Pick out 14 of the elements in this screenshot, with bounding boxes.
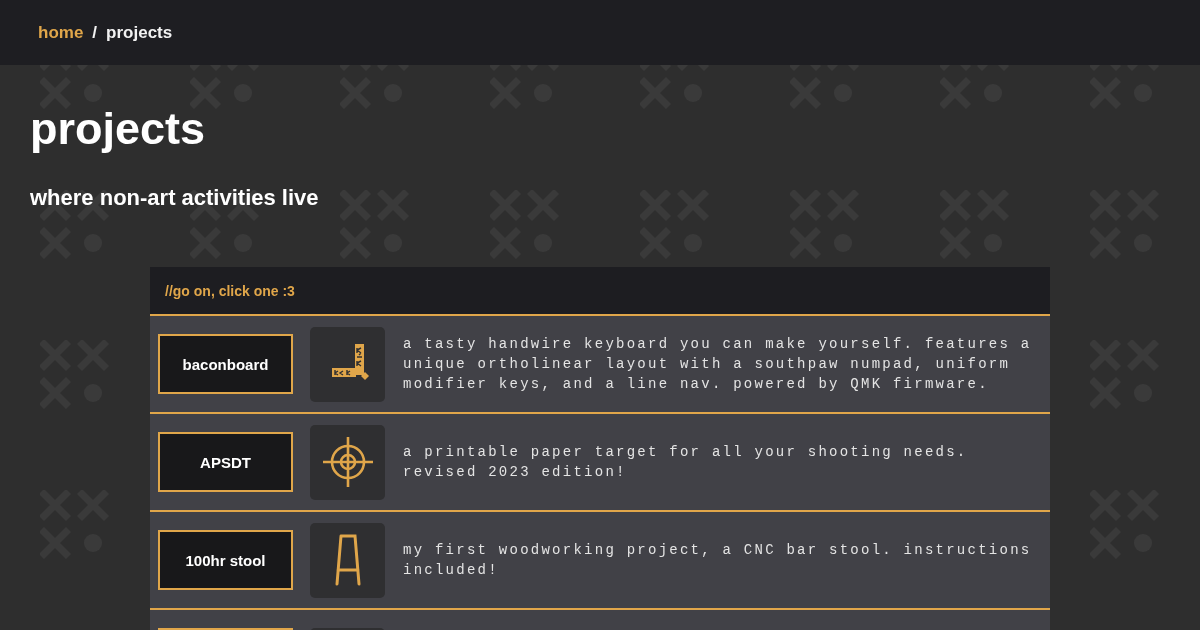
- breadcrumb-current: projects: [106, 22, 173, 43]
- project-button[interactable]: APSDT: [158, 432, 293, 492]
- crosshair-icon: [321, 436, 374, 488]
- project-button[interactable]: baconboard: [158, 334, 293, 394]
- page-title: projects: [30, 103, 207, 155]
- panel-header-text: //go on, click one :3: [165, 282, 295, 299]
- project-description: my first woodworking project, a CNC bar stool. instructions included!: [403, 541, 1033, 580]
- project-button[interactable]: 100hr stool: [158, 530, 293, 590]
- breadcrumb-separator: /: [92, 22, 98, 43]
- home-link[interactable]: home: [38, 22, 84, 43]
- project-description: a printable paper target for all your shooting needs. revised 2023 edition!: [403, 443, 969, 482]
- project-description: a tasty handwire keyboard you can make yourself. features a unique ortholinear layout with a southpaw numpad, uniform modifier keys, and a line nav. powered by QMK firmware.: [403, 335, 1033, 394]
- page-subtitle: where non-art activities live: [30, 185, 320, 211]
- stool-icon: [334, 534, 361, 586]
